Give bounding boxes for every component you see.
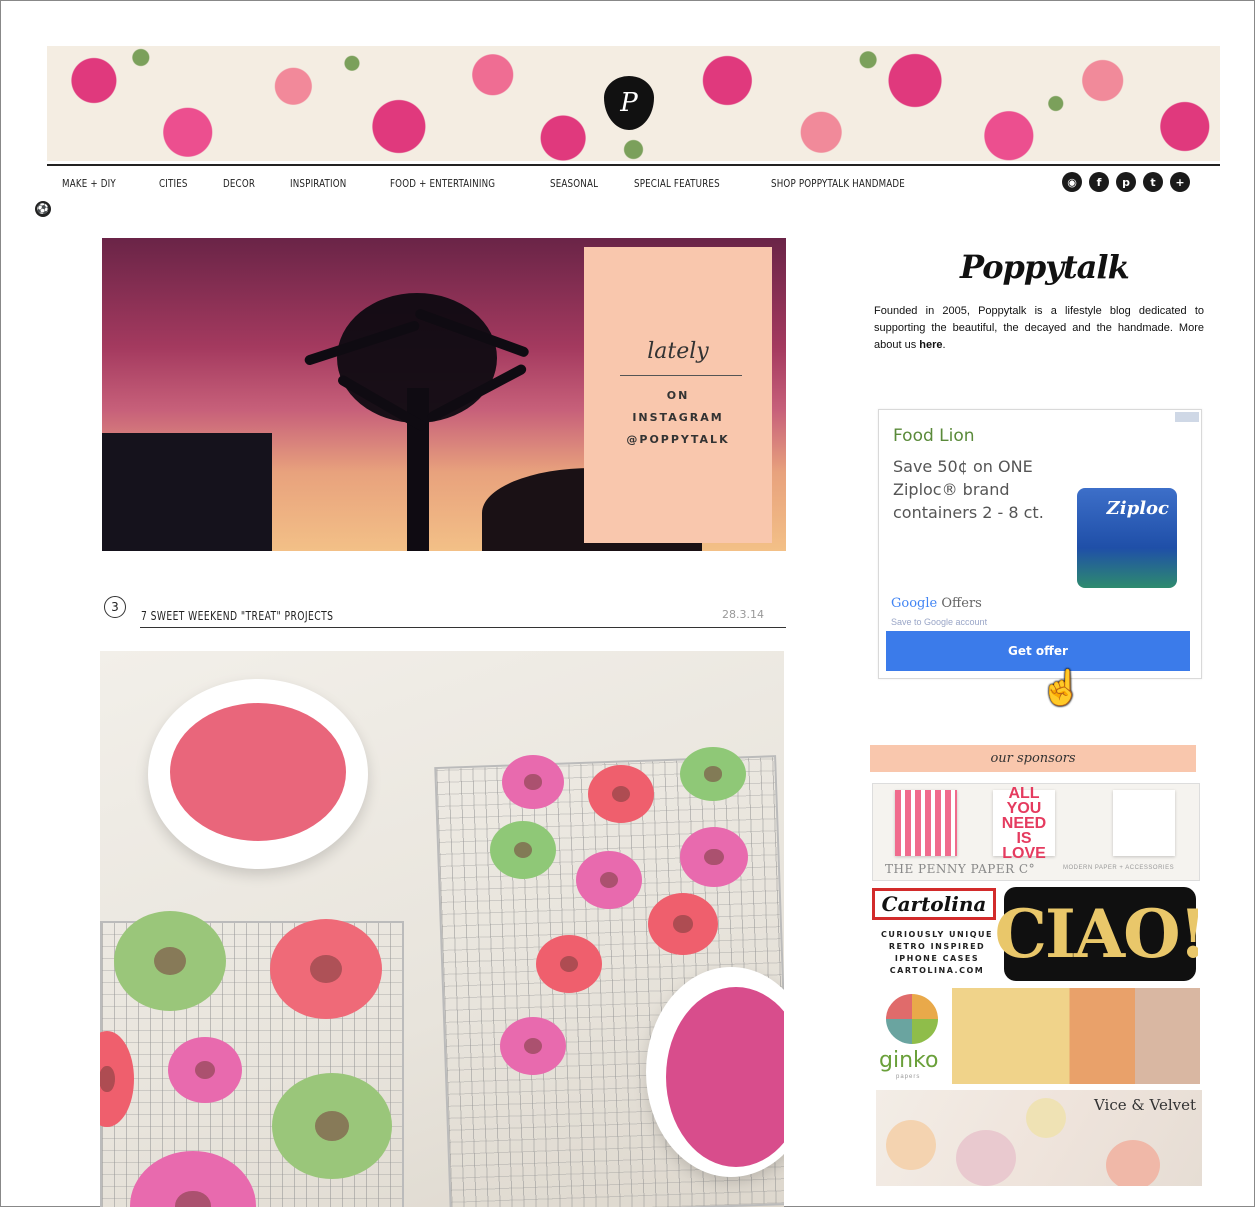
nav-special-features[interactable]: SPECIAL FEATURES bbox=[634, 177, 720, 190]
poppytalk-logo-badge[interactable]: P bbox=[604, 76, 654, 130]
ginko-sub: papers bbox=[896, 1074, 921, 1080]
cartolina-line-2: RETRO INSPIRED bbox=[888, 942, 986, 951]
product-dish bbox=[956, 1130, 1016, 1186]
nav-cities[interactable]: CITIES bbox=[159, 177, 188, 190]
sprinkle-donut bbox=[114, 911, 226, 1011]
sponsor-cartolina[interactable]: Cartolina CURIOUSLY UNIQUE RETRO INSPIRE… bbox=[870, 885, 1198, 983]
vice-velvet-name: Vice & Velvet bbox=[1093, 1096, 1196, 1114]
about-here-link[interactable]: here bbox=[919, 339, 942, 351]
donut bbox=[536, 935, 602, 993]
pinterest-icon[interactable]: p bbox=[1116, 172, 1136, 192]
logo-letter: P bbox=[620, 88, 638, 118]
hand-pointer-cursor-icon: ☝ bbox=[1040, 669, 1083, 707]
product-bowl bbox=[1106, 1140, 1160, 1186]
rss-icon[interactable]: ◉ bbox=[1062, 172, 1082, 192]
cartolina-logo: Cartolina bbox=[872, 888, 996, 920]
donut bbox=[490, 821, 556, 879]
comment-count-badge[interactable]: 3 bbox=[104, 596, 126, 618]
about-end: . bbox=[942, 339, 946, 351]
twitter-icon[interactable]: t bbox=[1143, 172, 1163, 192]
sponsor-vice-velvet[interactable]: Vice & Velvet bbox=[876, 1090, 1202, 1186]
donut bbox=[648, 893, 718, 955]
facebook-icon[interactable]: f bbox=[1089, 172, 1109, 192]
sprinkle-donut bbox=[270, 919, 382, 1019]
donut bbox=[168, 1037, 242, 1103]
instagram-hero-banner[interactable]: lately ON INSTAGRAM @POPPYTALK bbox=[102, 238, 786, 551]
google-word: Google bbox=[891, 596, 938, 611]
ginko-name: ginko bbox=[879, 1048, 939, 1073]
plain-print-card bbox=[1113, 790, 1175, 856]
about-blurb: Founded in 2005, Poppytalk is a lifestyl… bbox=[874, 303, 1204, 354]
google-offers-ad[interactable]: Food Lion Save 50¢ on ONE Ziploc® brand … bbox=[878, 409, 1202, 679]
card-line-instagram: INSTAGRAM bbox=[632, 411, 724, 424]
sponsor-ginko-papers[interactable]: ginko papers bbox=[874, 988, 1200, 1084]
ad-offer-text[interactable]: Save 50¢ on ONE Ziploc® brand containers… bbox=[893, 455, 1063, 524]
product-label: Ziploc bbox=[1106, 498, 1169, 519]
donut bbox=[588, 765, 654, 823]
nav-divider bbox=[47, 164, 1220, 166]
save-to-google-link[interactable]: Save to Google account bbox=[891, 617, 987, 627]
card-divider bbox=[620, 375, 742, 376]
nav-food-entertaining[interactable]: FOOD + ENTERTAINING bbox=[390, 177, 495, 190]
post-title-link[interactable]: 7 SWEET WEEKEND "TREAT" PROJECTS bbox=[141, 609, 333, 623]
nav-decor[interactable]: DECOR bbox=[223, 177, 255, 190]
love-print-card: ALL YOU NEED IS LOVE bbox=[993, 785, 1055, 861]
card-script-text: lately bbox=[647, 339, 709, 364]
social-links: ◉ f p t + bbox=[1062, 172, 1190, 192]
product-cup bbox=[1026, 1098, 1066, 1138]
card-line-on: ON bbox=[666, 389, 690, 402]
poppytalk-wordmark[interactable]: Poppytalk bbox=[960, 248, 1130, 286]
get-offer-button[interactable]: Get offer bbox=[886, 631, 1190, 671]
cartolina-tagline: CURIOUSLY UNIQUE RETRO INSPIRED IPHONE C… bbox=[872, 929, 1002, 977]
sprinkle-donut bbox=[272, 1073, 392, 1179]
donut bbox=[680, 827, 748, 887]
floral-header-banner[interactable]: P bbox=[47, 46, 1220, 161]
cartolina-line-1: CURIOUSLY UNIQUE bbox=[881, 930, 993, 939]
post-photo-donuts[interactable] bbox=[100, 651, 784, 1207]
penny-paper-name: THE PENNY PAPER C° bbox=[885, 862, 1036, 876]
post-date: 28.3.14 bbox=[722, 608, 764, 621]
nav-seasonal[interactable]: SEASONAL bbox=[550, 177, 598, 190]
product-bowl bbox=[886, 1120, 936, 1170]
adchoices-icon[interactable] bbox=[1175, 412, 1199, 422]
soccer-ball-icon[interactable]: ⚽ bbox=[35, 201, 51, 217]
sponsors-heading: our sponsors bbox=[870, 745, 1196, 772]
donut bbox=[576, 851, 642, 909]
donut bbox=[502, 755, 564, 809]
penny-paper-tagline: MODERN PAPER + ACCESSORIES bbox=[1063, 865, 1175, 871]
heart-print-card bbox=[895, 790, 957, 856]
cartolina-line-3: IPHONE CASES bbox=[894, 954, 980, 963]
plus-icon[interactable]: + bbox=[1170, 172, 1190, 192]
ciao-phone-case: CIAO! bbox=[994, 887, 1198, 981]
donut bbox=[680, 747, 746, 801]
palm-trunk-silhouette bbox=[407, 388, 429, 551]
instagram-card: lately ON INSTAGRAM @POPPYTALK bbox=[584, 247, 772, 543]
sponsor-penny-paper[interactable]: ALL YOU NEED IS LOVE THE PENNY PAPER C° … bbox=[872, 783, 1200, 881]
nav-shop-handmade[interactable]: SHOP POPPYTALK HANDMADE bbox=[771, 177, 905, 190]
building-silhouette bbox=[102, 433, 272, 551]
pink-icing bbox=[170, 703, 346, 841]
post-title-underline bbox=[140, 627, 786, 628]
offers-word: Offers bbox=[937, 596, 982, 611]
card-line-handle: @POPPYTALK bbox=[626, 433, 730, 446]
ziploc-product-image[interactable]: Ziploc bbox=[1077, 488, 1177, 588]
cartolina-line-4: CARTOLINA.COM bbox=[889, 966, 985, 975]
nav-inspiration[interactable]: INSPIRATION bbox=[290, 177, 346, 190]
nav-make-diy[interactable]: MAKE + DIY bbox=[62, 177, 116, 190]
ginko-leaf-logo-icon bbox=[886, 994, 938, 1044]
ad-advertiser[interactable]: Food Lion bbox=[893, 426, 975, 446]
donut bbox=[500, 1017, 566, 1075]
google-offers-logo: Google Offers bbox=[891, 596, 982, 611]
